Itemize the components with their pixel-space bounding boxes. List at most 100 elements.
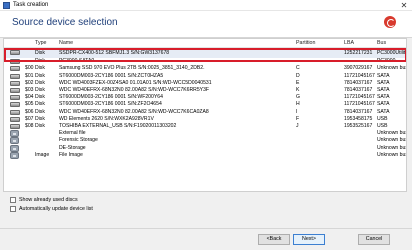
column-header-name[interactable]: Name [59,40,73,46]
device-id-cell: $02 [25,79,34,86]
wizard-header: Source device selection [0,11,412,38]
table-row[interactable]: DE-Storage Unknown bus [4,144,406,152]
lba-cell: 7814037167 [344,79,373,86]
table-row[interactable]: Disk PC3000 SATA0 PC3000 [4,58,406,65]
lba-cell: 1953525167 [344,123,373,129]
name-cell: WDC WD40EFRX-68N32N0 82.00A82 S/N:WD-WCC… [59,87,210,93]
column-header-partition[interactable]: Partition [296,40,315,46]
name-cell: PC3000 SATA0 [59,58,95,65]
disk-drive-icon [10,73,20,79]
device-id-cell: $03 [25,87,34,93]
type-cell: Disk [35,123,45,129]
back-button[interactable]: <Back [258,234,290,245]
device-id-cell: $00 [25,65,34,72]
partition-cell: K [296,87,300,93]
bus-cell: Unknown bus [377,130,407,137]
table-row[interactable]: $05 Disk ST6000DM003-2CY186 0001 S/N:ZF2O4… [4,101,406,108]
name-cell: WDC WD4003FZEX-00Z4SA0 01.01A01 S/N:WD-W… [59,79,212,86]
checkbox-box[interactable] [10,206,16,212]
disk-drive-icon [10,88,20,93]
partition-cell: F [296,115,300,122]
partition-cell: E [296,79,300,86]
close-icon[interactable]: ✕ [399,1,409,10]
table-row[interactable]: $04 Disk ST6000DM003-2CY186 0001 S/N:WF200… [4,94,406,101]
name-cell: File Image [59,151,83,158]
type-cell: Disk [35,58,45,65]
column-header-lba[interactable]: LBA [344,40,354,46]
bus-cell: Unknown bus [377,137,407,144]
table-row[interactable]: $01 Disk ST6000DM003-2CY186 0001 S/N:ZCT0H… [4,72,406,80]
column-header-bus[interactable]: Bus [377,40,386,46]
bus-cell: USB [377,115,388,122]
table-row[interactable]: $03 Disk WDC WD40EFRX-68N32N0 82.00A82 S/N… [4,87,406,94]
type-cell: Disk [35,72,45,79]
type-cell: Disk [35,79,45,86]
table-row[interactable]: External file Unknown bus [4,130,407,138]
cancel-button[interactable]: Cancel [358,234,390,245]
disk-drive-icon [10,50,20,55]
table-row[interactable]: Disk SSDPR-CX400-512 SBFMJ1.3 S/N:GW31376… [4,48,407,58]
table-row[interactable]: $06 Disk WDC WD40EFRX-68N32N0 82.00A82 S/N… [4,108,406,116]
disk-drive-icon [10,109,20,115]
name-cell: WDC WD40EFRX-68N32N0 82.00A82 S/N:WD-WCC… [59,108,209,115]
lba-cell: 7814037167 [344,87,373,93]
type-cell: Image [35,151,50,158]
forensic-storage-icon [10,137,19,145]
name-cell: ST6000DM003-2CY186 0001 S/N:WF200Y64 [59,94,163,101]
bus-cell: SATA [377,101,390,108]
bus-cell: Unknown bus [377,151,407,158]
bus-cell: SATA [377,72,390,79]
type-cell: Disk [35,115,45,122]
image-file-icon [10,151,19,159]
type-cell: Disk [35,108,45,115]
type-cell: Disk [35,101,45,108]
device-id-cell: $07 [25,115,34,122]
de-storage-icon [10,144,19,152]
disk-drive-icon [10,116,20,122]
name-cell: Samsung SSD 970 EVO Plus 2TB S/N:0025_38… [59,65,205,72]
checkbox-box[interactable] [10,197,16,203]
type-cell: Disk [35,50,45,56]
name-cell: WD Elements 2620 S/N:WXK2A928VR1V [59,115,154,122]
name-cell: TOSHIBA EXTERNAL_USB S/N:F19020011303202 [59,123,177,129]
type-cell: Disk [35,87,45,93]
disk-drive-icon [10,80,20,86]
next-button[interactable]: Next> [293,234,325,245]
partition-cell: H [296,101,300,108]
lba-cell: 7814037167 [344,108,373,115]
table-row[interactable]: Image File Image Unknown bus [4,151,407,159]
device-id-cell: $04 [25,94,34,101]
window-title: Task creation [13,2,49,8]
lba-cell: 3907029167 [344,65,373,72]
app-icon [3,2,10,9]
disk-drive-icon [10,66,20,72]
partition-cell: G [296,94,300,101]
disk-drive-icon [10,95,20,101]
app-logo-icon [384,16,396,28]
page-title: Source device selection [12,17,118,28]
device-list[interactable]: Type Name Partition LBA Bus Disk SSDPR-CX… [3,38,407,192]
bus-cell: PC3000 [377,58,396,65]
bus-cell: SATA [377,108,390,115]
bus-cell: USB [377,123,388,129]
column-header-type[interactable]: Type [35,40,46,46]
partition-cell: I [296,108,298,115]
table-row[interactable]: $07 Disk WD Elements 2620 S/N:WXK2A928VR1V… [4,115,406,123]
bus-cell: SATA [377,94,390,101]
name-cell: ST6000DM003-2CY186 0001 S/N:ZCT0HZA5 [59,72,164,79]
bus-cell: PC3000Utility [377,50,407,56]
disk-drive-icon [10,124,20,129]
lba-cell: 11721045167 [344,94,375,101]
table-row[interactable]: Forensic Storage Unknown bus [4,137,407,145]
name-cell: External file [59,130,86,137]
table-row[interactable]: $02 Disk WDC WD4003FZEX-00Z4SA0 01.01A01 S… [4,79,406,87]
checkbox-label: Show already used discs [19,197,78,203]
device-id-cell: $01 [25,72,34,79]
title-bar: Task creation ✕ [0,0,412,11]
table-row[interactable]: $08 Disk TOSHIBA EXTERNAL_USB S/N:F1902001… [4,123,406,130]
partition-cell: J [296,123,299,129]
table-row[interactable]: $00 Disk Samsung SSD 970 EVO Plus 2TB S/N:… [4,65,406,72]
device-id-cell: $08 [25,123,34,129]
bus-cell: SATA [377,79,390,86]
device-id-cell: $05 [25,101,34,108]
